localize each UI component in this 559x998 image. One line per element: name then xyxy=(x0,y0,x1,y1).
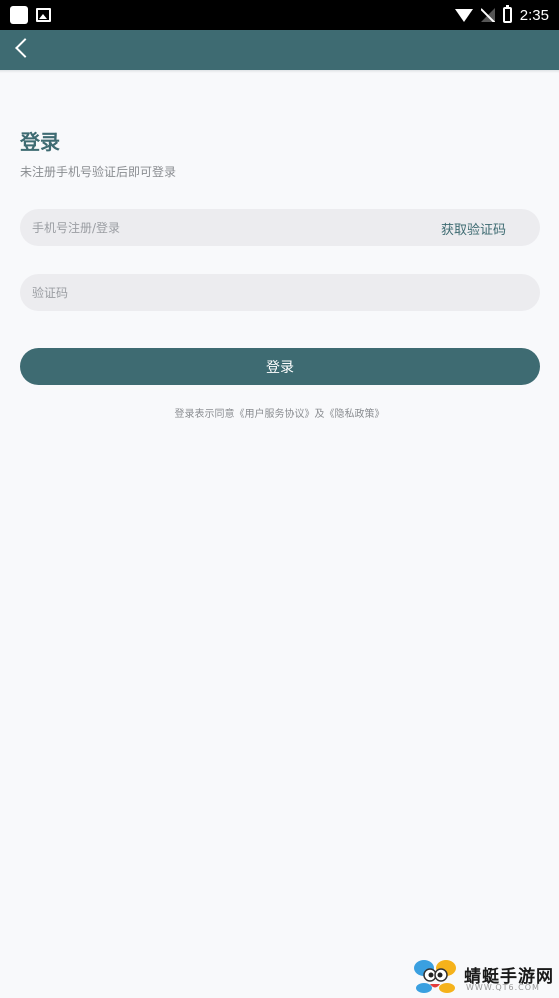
status-time: 2:35 xyxy=(519,6,549,24)
agreement-prefix: 登录表示同意 xyxy=(174,409,235,420)
code-field xyxy=(20,274,540,311)
watermark-url: WWW.QT6.COM xyxy=(466,983,540,992)
user-agreement-link[interactable]: 《用户服务协议》 xyxy=(235,409,315,420)
dragonfly-logo-icon xyxy=(414,960,456,993)
agreement-joiner: 及 xyxy=(314,409,325,420)
chevron-left-icon[interactable] xyxy=(15,38,35,58)
phone-field: 获取验证码 xyxy=(20,209,540,246)
status-bar: 2:35 xyxy=(0,0,559,30)
page-title: 登录 xyxy=(20,130,60,154)
watermark: 蜻蜓手游网 WWW.QT6.COM xyxy=(412,958,559,998)
app-bar-shadow xyxy=(0,70,559,73)
status-bar-left xyxy=(10,6,51,24)
app-square-icon xyxy=(10,6,28,24)
agreement-text: 登录表示同意《用户服务协议》及《隐私政策》 xyxy=(0,405,559,420)
battery-charging-icon xyxy=(502,5,512,23)
app-bar xyxy=(0,30,559,70)
wifi-icon xyxy=(454,8,473,22)
signal-off-icon xyxy=(480,8,495,22)
page-subtitle: 未注册手机号验证后即可登录 xyxy=(20,165,177,179)
get-code-button[interactable]: 获取验证码 xyxy=(441,219,506,238)
phone-input[interactable] xyxy=(32,209,412,246)
image-icon xyxy=(36,8,51,22)
status-bar-right: 2:35 xyxy=(454,5,549,24)
privacy-policy-link[interactable]: 《隐私政策》 xyxy=(325,409,385,420)
login-button[interactable]: 登录 xyxy=(20,348,540,385)
code-input[interactable] xyxy=(32,274,412,311)
